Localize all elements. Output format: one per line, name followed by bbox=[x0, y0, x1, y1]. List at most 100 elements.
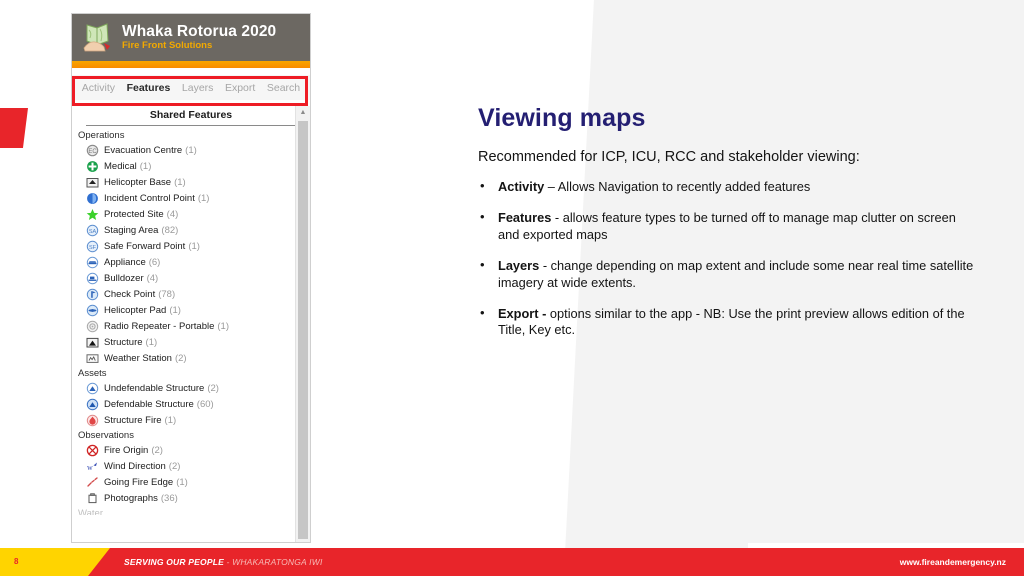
feature-count: (1) bbox=[197, 192, 210, 204]
feature-count: (1) bbox=[164, 414, 177, 426]
medical-icon bbox=[86, 160, 99, 173]
bullet-list: Activity – Allows Navigation to recently… bbox=[478, 178, 978, 339]
feature-row[interactable]: Radio Repeater - Portable (1) bbox=[72, 318, 310, 334]
feature-label: Undefendable Structure bbox=[104, 382, 205, 394]
tab-features[interactable]: Features bbox=[127, 82, 171, 94]
feature-label: Evacuation Centre bbox=[104, 144, 183, 156]
tab-activity[interactable]: Activity bbox=[82, 82, 115, 94]
safe-forward-point-icon: SF bbox=[86, 240, 99, 253]
feature-group-water: Water bbox=[78, 508, 103, 515]
bullet-lead: Features bbox=[498, 210, 552, 226]
svg-text:w: w bbox=[87, 463, 93, 472]
left-red-accent-shape bbox=[0, 108, 28, 148]
feature-row[interactable]: Appliance (6) bbox=[72, 254, 310, 270]
bullet-lead: Layers bbox=[498, 258, 540, 274]
feature-row[interactable]: EC Evacuation Centre (1) bbox=[72, 142, 310, 158]
feature-row[interactable]: w Wind Direction (2) bbox=[72, 458, 310, 474]
tab-export[interactable]: Export bbox=[225, 82, 255, 94]
feature-label: Going Fire Edge bbox=[104, 476, 174, 488]
shared-features-panel: Shared Features Operations EC Evacuation C… bbox=[72, 106, 310, 542]
feature-row[interactable]: Going Fire Edge (1) bbox=[72, 474, 310, 490]
panel-scrollbar[interactable]: ▲ bbox=[295, 106, 310, 542]
feature-count: (2) bbox=[174, 352, 187, 364]
staging-area-icon: SA bbox=[86, 224, 99, 237]
feature-row[interactable]: Defendable Structure (60) bbox=[72, 396, 310, 412]
feature-row[interactable]: Bulldozer (4) bbox=[72, 270, 310, 286]
feature-label: Defendable Structure bbox=[104, 398, 194, 410]
feature-row[interactable]: Medical (1) bbox=[72, 158, 310, 174]
feature-label: Medical bbox=[104, 160, 137, 172]
feature-label: Bulldozer bbox=[104, 272, 144, 284]
bullet-text: options similar to the app - NB: Use the… bbox=[498, 305, 965, 338]
bullet-text: – Allows Navigation to recently added fe… bbox=[544, 179, 811, 194]
feature-count: (1) bbox=[174, 176, 186, 188]
tab-layers[interactable]: Layers bbox=[182, 82, 214, 94]
folded-map-in-hand-icon bbox=[78, 21, 118, 55]
protected-site-icon bbox=[86, 208, 99, 221]
bullet-item: Layers - change depending on map extent … bbox=[478, 257, 978, 291]
feature-row[interactable]: Fire Origin (2) bbox=[72, 442, 310, 458]
feature-label: Weather Station bbox=[104, 352, 172, 364]
feature-row[interactable]: Structure Fire (1) bbox=[72, 412, 310, 428]
undefendable-structure-icon bbox=[86, 382, 99, 395]
helicopter-pad-icon bbox=[86, 304, 99, 317]
feature-row[interactable]: Helicopter Pad (1) bbox=[72, 302, 310, 318]
feature-group-assets: Assets bbox=[78, 368, 107, 379]
radio-repeater-icon bbox=[86, 320, 99, 333]
feature-list: Operations EC Evacuation Centre (1) Medical(… bbox=[72, 130, 310, 515]
app-titlebar: Whaka Rotorua 2020 Fire Front Solutions bbox=[72, 14, 310, 68]
photographs-icon bbox=[86, 492, 99, 505]
feature-count: (36) bbox=[160, 492, 178, 504]
feature-row[interactable]: SA Staging Area (82) bbox=[72, 222, 310, 238]
feature-count: (2) bbox=[207, 382, 219, 394]
scroll-up-arrow-icon[interactable]: ▲ bbox=[296, 106, 310, 119]
feature-label: Safe Forward Point bbox=[104, 240, 186, 252]
feature-row[interactable]: Weather Station (2) bbox=[72, 350, 310, 366]
footer-white-notch bbox=[748, 543, 1024, 548]
feature-group-observations: Observations bbox=[78, 430, 134, 441]
panel-title-rule bbox=[86, 125, 302, 126]
feature-row[interactable]: Photographs (36) bbox=[72, 490, 310, 506]
feature-label: Incident Control Point bbox=[104, 192, 195, 204]
footer-page-number: 8 bbox=[14, 557, 19, 566]
feature-count: (4) bbox=[166, 208, 179, 220]
feature-count: (1) bbox=[188, 240, 200, 252]
fire-origin-icon bbox=[86, 444, 99, 457]
scrollbar-thumb[interactable] bbox=[298, 121, 308, 539]
tab-search[interactable]: Search bbox=[267, 82, 300, 94]
bullet-text: - change depending on map extent and inc… bbox=[498, 258, 974, 290]
feature-row[interactable]: Protected Site (4) bbox=[72, 206, 310, 222]
svg-text:SF: SF bbox=[89, 244, 97, 250]
app-nav-tabs: Activity Features Layers Export Search bbox=[72, 75, 310, 100]
feature-row[interactable]: SF Safe Forward Point (1) bbox=[72, 238, 310, 254]
bullet-lead: Export - bbox=[498, 305, 547, 321]
slide-footer: 8 SERVING OUR PEOPLE - WHAKARATONGA IWI … bbox=[0, 548, 1024, 576]
feature-row[interactable]: Helicopter Base (1) bbox=[72, 174, 310, 190]
feature-count: (60) bbox=[196, 398, 214, 410]
svg-text:SA: SA bbox=[89, 228, 97, 234]
feature-row[interactable]: Incident Control Point (1) bbox=[72, 190, 310, 206]
footer-url: www.fireandemergency.nz bbox=[899, 557, 1006, 567]
feature-row[interactable]: Check Point (78) bbox=[72, 286, 310, 302]
feature-label: Staging Area bbox=[104, 224, 159, 236]
feature-row[interactable]: Undefendable Structure (2) bbox=[72, 380, 310, 396]
panel-title: Shared Features bbox=[149, 109, 233, 121]
bullet-item: Export - options similar to the app - NB… bbox=[478, 305, 978, 339]
going-fire-edge-icon bbox=[86, 476, 99, 489]
feature-label: Structure bbox=[104, 336, 143, 348]
wind-direction-icon: w bbox=[86, 460, 99, 473]
feature-row[interactable]: Structure (1) bbox=[72, 334, 310, 350]
footer-tagline-strong: SERVING OUR PEOPLE bbox=[124, 557, 224, 567]
incident-control-point-icon bbox=[86, 192, 99, 205]
feature-count: (1) bbox=[139, 160, 152, 172]
slide-content: Viewing maps Recommended for ICP, ICU, R… bbox=[478, 104, 978, 354]
evacuation-centre-icon: EC bbox=[86, 144, 99, 157]
intro-text: Recommended for ICP, ICU, RCC and stakeh… bbox=[478, 149, 860, 165]
feature-label: Fire Origin bbox=[104, 444, 149, 456]
app-screenshot: Whaka Rotorua 2020 Fire Front Solutions … bbox=[72, 14, 310, 542]
footer-tagline-light: - WHAKARATONGA IWI bbox=[223, 557, 323, 567]
feature-label: Radio Repeater - Portable bbox=[104, 320, 215, 332]
footer-tagline: SERVING OUR PEOPLE - WHAKARATONGA IWI bbox=[124, 557, 323, 567]
app-nav-wrapper: Activity Features Layers Export Search bbox=[72, 68, 310, 100]
structure-icon bbox=[86, 336, 99, 349]
